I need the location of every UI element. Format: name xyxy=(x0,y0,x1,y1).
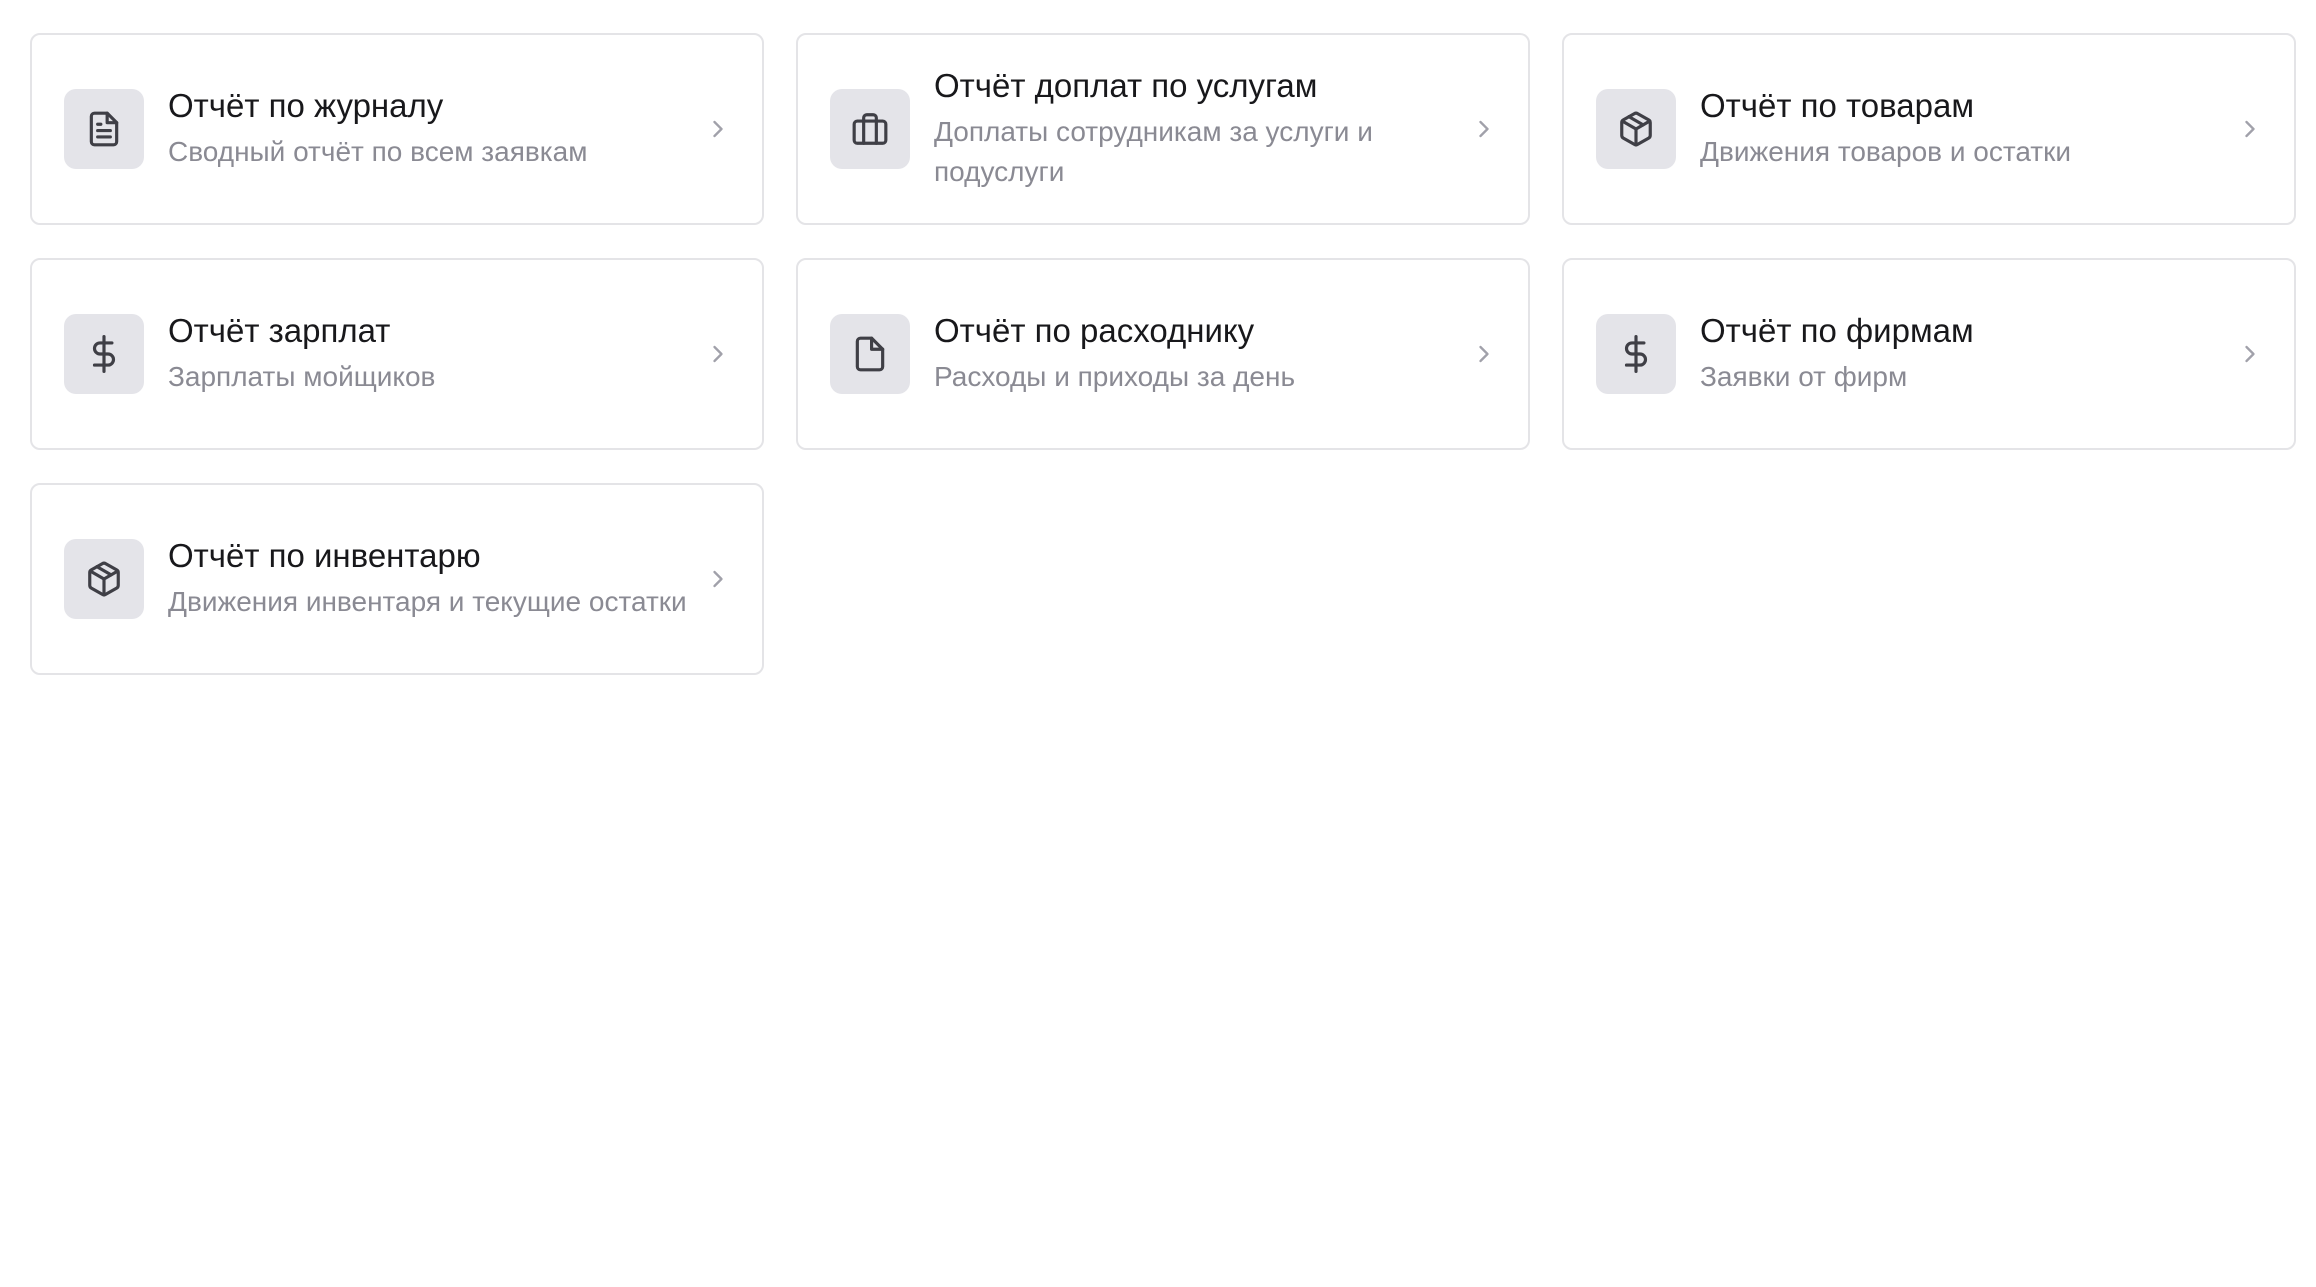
report-card-text: Отчёт по расходнику Расходы и приходы за… xyxy=(934,311,1454,397)
file-icon xyxy=(830,314,910,394)
report-card-text: Отчёт зарплат Зарплаты мойщиков xyxy=(168,311,688,397)
reports-grid: Отчёт по журналу Сводный отчёт по всем з… xyxy=(30,33,2296,675)
package-icon xyxy=(64,539,144,619)
report-title: Отчёт по инвентарю xyxy=(168,537,481,574)
report-subtitle: Сводный отчёт по всем заявкам xyxy=(168,136,588,167)
report-title: Отчёт доплат по услугам xyxy=(934,67,1318,104)
file-text-icon xyxy=(64,89,144,169)
report-card-text: Отчёт по товарам Движения товаров и оста… xyxy=(1700,86,2220,172)
dollar-icon xyxy=(1596,314,1676,394)
report-card-text: Отчёт доплат по услугам Доплаты сотрудни… xyxy=(934,66,1454,192)
report-title: Отчёт по расходнику xyxy=(934,312,1255,349)
chevron-right-icon xyxy=(1470,115,1498,143)
chevron-right-icon xyxy=(1470,340,1498,368)
chevron-right-icon xyxy=(2236,115,2264,143)
dollar-icon xyxy=(64,314,144,394)
chevron-right-icon xyxy=(704,565,732,593)
chevron-right-icon xyxy=(704,115,732,143)
package-icon xyxy=(1596,89,1676,169)
report-card-text: Отчёт по инвентарю Движения инвентаря и … xyxy=(168,536,688,622)
report-subtitle: Движения инвентаря и текущие остатки xyxy=(168,586,687,617)
report-card-journal[interactable]: Отчёт по журналу Сводный отчёт по всем з… xyxy=(30,33,764,225)
report-card-consumables[interactable]: Отчёт по расходнику Расходы и приходы за… xyxy=(796,258,1530,450)
report-card-text: Отчёт по фирмам Заявки от фирм xyxy=(1700,311,2220,397)
report-card-service-bonuses[interactable]: Отчёт доплат по услугам Доплаты сотрудни… xyxy=(796,33,1530,225)
report-card-products[interactable]: Отчёт по товарам Движения товаров и оста… xyxy=(1562,33,2296,225)
report-title: Отчёт по товарам xyxy=(1700,87,1975,124)
report-card-firms[interactable]: Отчёт по фирмам Заявки от фирм xyxy=(1562,258,2296,450)
briefcase-icon xyxy=(830,89,910,169)
report-card-text: Отчёт по журналу Сводный отчёт по всем з… xyxy=(168,86,688,172)
report-card-inventory[interactable]: Отчёт по инвентарю Движения инвентаря и … xyxy=(30,483,764,675)
report-subtitle: Движения товаров и остатки xyxy=(1700,136,2072,167)
report-subtitle: Зарплаты мойщиков xyxy=(168,361,436,392)
report-card-salaries[interactable]: Отчёт зарплат Зарплаты мойщиков xyxy=(30,258,764,450)
report-title: Отчёт по фирмам xyxy=(1700,312,1974,349)
chevron-right-icon xyxy=(704,340,732,368)
report-subtitle: Заявки от фирм xyxy=(1700,361,1908,392)
report-title: Отчёт по журналу xyxy=(168,87,444,124)
report-title: Отчёт зарплат xyxy=(168,312,391,349)
chevron-right-icon xyxy=(2236,340,2264,368)
report-subtitle: Расходы и приходы за день xyxy=(934,361,1296,392)
report-subtitle: Доплаты сотрудникам за услуги и подуслуг… xyxy=(934,116,1373,187)
